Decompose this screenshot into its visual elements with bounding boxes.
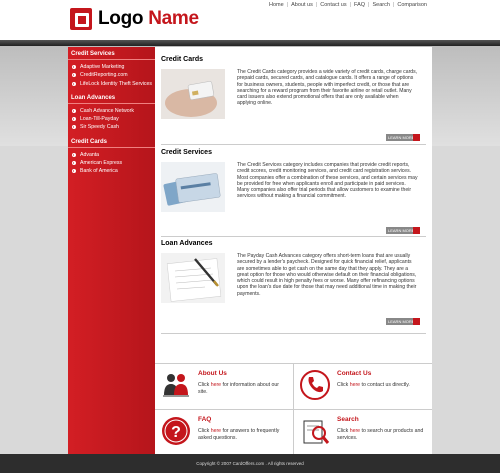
sidebar-item[interactable]: Bank of America xyxy=(72,168,153,174)
nav-faq[interactable]: FAQ xyxy=(351,2,368,8)
section-loan-advances: Loan Advances The Payday Cash Advances c… xyxy=(161,240,426,360)
section-text: The Payday Cash Advances category offers… xyxy=(237,253,417,297)
section-title: Loan Advances xyxy=(161,240,213,247)
sidebar-item-label: Advanta xyxy=(80,151,100,158)
arrow-bullet-icon xyxy=(72,117,76,122)
arrow-bullet-icon xyxy=(72,73,76,78)
header: Logo Name Home | About us | Contact us | FA… xyxy=(0,0,500,40)
loan-document-photo xyxy=(161,253,225,303)
here-link[interactable]: here xyxy=(211,382,221,388)
footer: Copyright © 2007 CardOffers.com . All ri… xyxy=(68,454,432,473)
logo-word1: Logo xyxy=(98,8,144,29)
sidebar-list: Cash Advance Network Loan-Till-Payday Si… xyxy=(68,104,155,135)
sidebar-item[interactable]: Sir Speedy Cash xyxy=(72,124,153,130)
section-text: The Credit Cards category provides a wid… xyxy=(237,69,418,107)
box-text: Click here for information about our sit… xyxy=(198,382,280,395)
logo[interactable]: Logo Name xyxy=(70,8,199,30)
sidebar-item[interactable]: Advanta xyxy=(72,152,153,158)
arrow-bullet-icon xyxy=(72,152,76,157)
sidebar-item-label: LifeLock Identity Theft Services xyxy=(80,80,152,87)
nav-comparison[interactable]: Comparison xyxy=(394,2,430,8)
arrow-bullet-icon xyxy=(72,169,76,174)
divider xyxy=(161,236,426,237)
sidebar-item[interactable]: American Express xyxy=(72,160,153,166)
sidebar-list: Adaptive Marketing CreditReporting.com L… xyxy=(68,60,155,91)
svg-text:?: ? xyxy=(171,424,181,441)
sidebar-item[interactable]: CreditReporting.com xyxy=(72,72,153,78)
search-icon xyxy=(299,415,331,447)
section-text: The Credit Services category includes co… xyxy=(237,162,418,200)
learn-more-button[interactable]: LEARN MORE xyxy=(386,227,420,234)
sidebar-item-label: American Express xyxy=(80,159,123,166)
faq-box: ? FAQ Click here for answers to frequent… xyxy=(155,410,293,455)
arrow-bullet-icon xyxy=(72,108,76,113)
nav-search[interactable]: Search xyxy=(369,2,392,8)
divider xyxy=(161,144,426,145)
arrow-bullet-icon xyxy=(72,125,76,130)
info-boxes: About Us Click here for information abou… xyxy=(155,363,432,455)
search-box: Search Click here to search our products… xyxy=(294,410,432,455)
box-text: Click here to search our products and se… xyxy=(337,428,424,441)
people-icon xyxy=(160,369,192,401)
section-credit-cards: Credit Cards The Credit Cards category p… xyxy=(161,56,426,144)
credit-card-photo xyxy=(161,69,225,119)
divider xyxy=(161,333,426,334)
sidebar-heading: Loan Advances xyxy=(68,93,155,104)
sidebar-item[interactable]: Cash Advance Network xyxy=(72,108,153,114)
here-link[interactable]: here xyxy=(350,428,360,434)
sidebar-list: Advanta American Express Bank of America xyxy=(68,148,155,179)
contact-us-box: Contact Us Click here to contact us dire… xyxy=(294,364,432,409)
about-us-box: About Us Click here for information abou… xyxy=(155,364,293,409)
logo-word2: Name xyxy=(148,8,199,29)
box-text: Click here for answers to frequently ask… xyxy=(198,428,280,441)
box-title: About Us xyxy=(198,370,227,377)
here-link[interactable]: here xyxy=(350,382,360,388)
sidebar-item[interactable]: Adaptive Marketing xyxy=(72,64,153,70)
sidebar-item-label: Sir Speedy Cash xyxy=(80,124,119,131)
sidebar-heading: Credit Services xyxy=(68,49,155,60)
nav-contact[interactable]: Contact us xyxy=(317,2,349,8)
box-title: Contact Us xyxy=(337,370,372,377)
here-link[interactable]: here xyxy=(211,428,221,434)
logo-text: Logo Name xyxy=(98,8,199,30)
learn-more-button[interactable]: LEARN MORE xyxy=(386,318,420,325)
sidebar-item-label: Cash Advance Network xyxy=(80,107,134,114)
credit-services-photo xyxy=(161,162,225,212)
nav-home[interactable]: Home xyxy=(266,2,287,8)
question-icon: ? xyxy=(160,415,192,447)
arrow-bullet-icon xyxy=(72,81,76,86)
box-title: FAQ xyxy=(198,416,212,423)
section-credit-services: Credit Services The Credit Services cate… xyxy=(161,149,426,237)
sidebar-item-label: Adaptive Marketing xyxy=(80,64,125,71)
sidebar-item[interactable]: LifeLock Identity Theft Services xyxy=(72,81,153,87)
arrow-bullet-icon xyxy=(72,160,76,165)
arrow-bullet-icon xyxy=(72,65,76,70)
sidebar-heading: Credit Cards xyxy=(68,137,155,148)
nav-about[interactable]: About us xyxy=(288,2,316,8)
box-text: Click here to contact us directly. xyxy=(337,382,410,388)
section-title: Credit Services xyxy=(161,149,212,156)
sidebar-item-label: Bank of America xyxy=(80,168,118,175)
copyright-text: Copyright © 2007 CardOffers.com . All ri… xyxy=(196,461,304,466)
box-title: Search xyxy=(337,416,359,423)
top-nav: Home | About us | Contact us | FAQ | Search |… xyxy=(266,2,430,8)
logo-icon xyxy=(70,8,92,30)
sidebar: Credit Services Adaptive Marketing Credi… xyxy=(68,47,155,454)
sidebar-item[interactable]: Loan-Till-Payday xyxy=(72,116,153,122)
section-title: Credit Cards xyxy=(161,56,204,63)
learn-more-button[interactable]: LEARN MORE xyxy=(386,134,420,141)
sidebar-item-label: CreditReporting.com xyxy=(80,72,128,79)
main-content: Credit Cards The Credit Cards category p… xyxy=(155,47,432,363)
phone-icon xyxy=(299,369,331,401)
sidebar-item-label: Loan-Till-Payday xyxy=(80,116,119,123)
